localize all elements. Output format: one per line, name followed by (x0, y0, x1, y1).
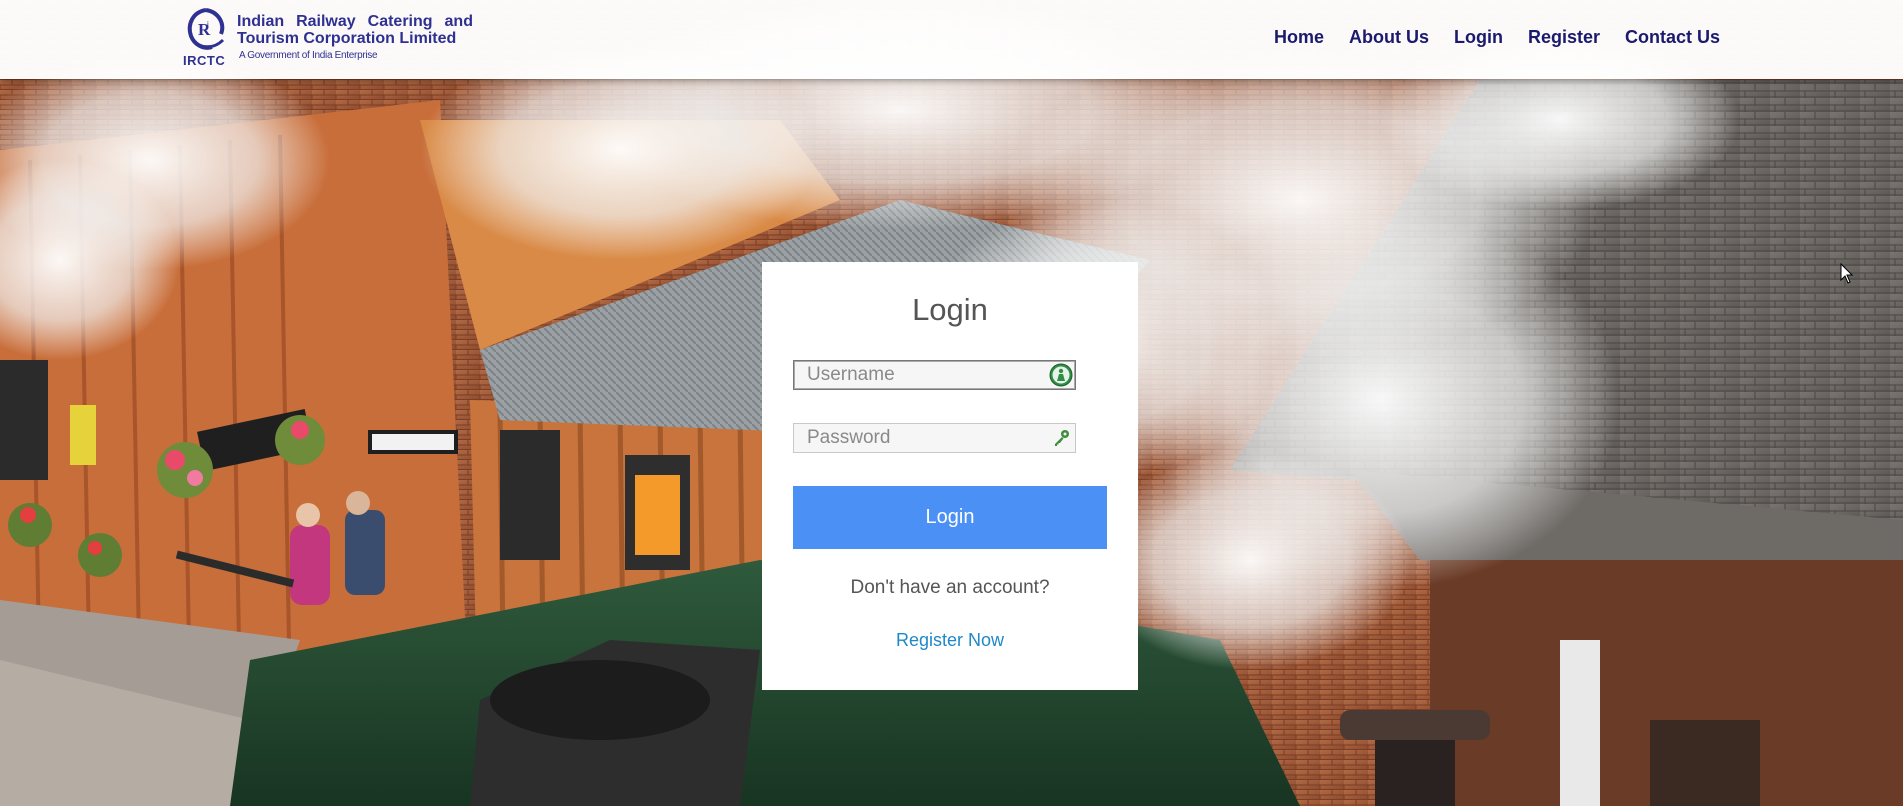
logo-name-word: Railway (296, 13, 356, 30)
login-button[interactable]: Login (793, 486, 1107, 549)
no-account-text: Don't have an account? (850, 577, 1050, 598)
logo-company-name: Indian Railway Catering and Tourism Corp… (237, 13, 473, 47)
logo-abbreviation: IRCTC (183, 53, 226, 68)
logo-name-word: Catering (367, 13, 433, 30)
logo-name-word: Indian (237, 13, 285, 30)
password-field-wrapper (793, 423, 1076, 453)
logo-name-word: and (444, 13, 473, 30)
login-title: Login (912, 292, 988, 327)
login-card: Login Login Don't have an account? Regis… (762, 262, 1138, 690)
svg-text:i: i (207, 20, 209, 29)
svg-text:R: R (198, 20, 211, 39)
password-input[interactable] (794, 424, 1047, 452)
nav-register[interactable]: Register (1528, 27, 1600, 48)
key-icon (1055, 430, 1069, 446)
username-input[interactable] (794, 361, 1047, 389)
logo-tagline: A Government of India Enterprise (239, 50, 378, 61)
main-nav: Home About Us Login Register Contact Us (1274, 27, 1720, 48)
logo-name-line2: Tourism Corporation Limited (237, 30, 457, 47)
top-header: R i IRCTC Indian Railway Catering and To… (0, 0, 1903, 79)
nav-contact-us[interactable]: Contact Us (1625, 27, 1720, 48)
nav-about-us[interactable]: About Us (1349, 27, 1429, 48)
username-field-wrapper (793, 360, 1076, 390)
mouse-cursor-icon (1840, 263, 1854, 284)
irctc-logo[interactable]: R i IRCTC Indian Railway Catering and To… (181, 6, 481, 68)
register-now-link[interactable]: Register Now (762, 630, 1138, 651)
nav-login[interactable]: Login (1454, 27, 1503, 48)
person-badge-icon[interactable] (1049, 363, 1073, 387)
login-page: R i IRCTC Indian Railway Catering and To… (0, 0, 1903, 806)
nav-home[interactable]: Home (1274, 27, 1324, 48)
